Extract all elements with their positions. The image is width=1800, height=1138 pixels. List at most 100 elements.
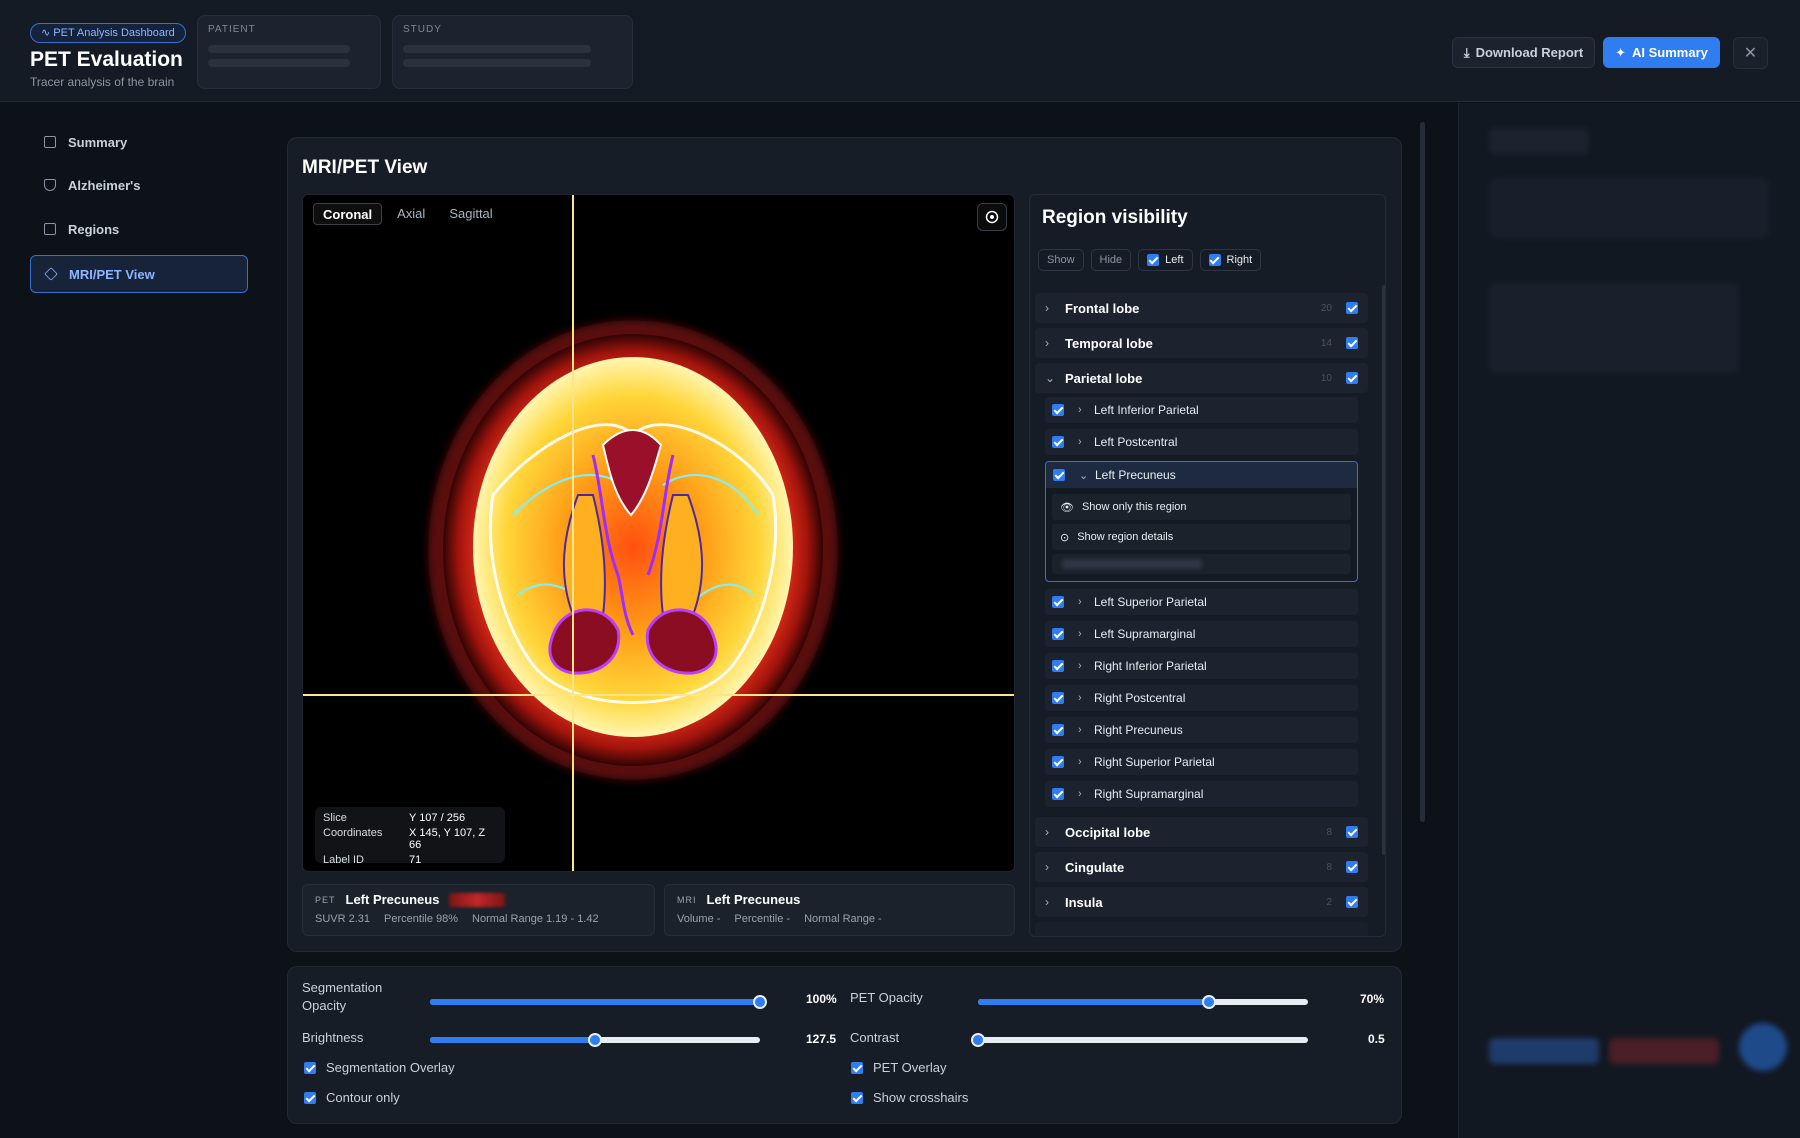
lobe-checkbox[interactable]	[1346, 337, 1358, 349]
cortex	[473, 357, 793, 737]
lobe-partial[interactable]	[1035, 922, 1368, 936]
patient-label: PATIENT	[208, 24, 256, 35]
sparkle-icon: ✦	[1615, 44, 1627, 60]
region-left-inferior-parietal[interactable]: › Left Inferior Parietal	[1045, 397, 1358, 423]
region-left-superior-parietal[interactable]: › Left Superior Parietal	[1045, 589, 1358, 615]
hide-all-button[interactable]: Hide	[1090, 249, 1132, 271]
region-checkbox[interactable]	[1052, 436, 1064, 448]
lobe-checkbox[interactable]	[1346, 896, 1358, 908]
ai-summary-button[interactable]: ✦ AI Summary	[1603, 37, 1720, 68]
region-checkbox[interactable]	[1052, 404, 1064, 416]
show-crosshairs-checkbox[interactable]: Show crosshairs	[851, 1090, 968, 1105]
region-checkbox[interactable]	[1052, 788, 1064, 800]
slider-handle[interactable]	[971, 1033, 985, 1047]
checkbox-icon	[851, 1091, 863, 1104]
region-name: Right Supramarginal	[1094, 787, 1204, 801]
region-right-postcentral[interactable]: › Right Postcentral	[1045, 685, 1358, 711]
lobe-checkbox[interactable]	[1346, 826, 1358, 838]
download-icon: ⤓	[1463, 44, 1470, 60]
blurred-content	[1489, 283, 1739, 373]
sidebar-item-mri-pet-view[interactable]: MRI/PET View	[30, 255, 248, 293]
region-checkbox[interactable]	[1052, 724, 1064, 736]
region-checkbox[interactable]	[1052, 660, 1064, 672]
pet-region-name: Left Precuneus	[345, 892, 440, 907]
chevron-right-icon: ›	[1045, 895, 1049, 909]
left-hemisphere-toggle[interactable]: Left	[1138, 249, 1193, 271]
region-right-precuneus[interactable]: › Right Precuneus	[1045, 717, 1358, 743]
lobe-temporal[interactable]: › Temporal lobe 14	[1035, 328, 1368, 358]
region-right-superior-parietal[interactable]: › Right Superior Parietal	[1045, 749, 1358, 775]
lobe-occipital[interactable]: › Occipital lobe 8	[1035, 817, 1368, 847]
pet-color-swatch	[449, 892, 506, 907]
study-label: STUDY	[403, 24, 442, 35]
right-hemisphere-toggle[interactable]: Right	[1199, 249, 1262, 271]
option-label: Show region details	[1077, 531, 1174, 543]
shield-icon	[44, 179, 56, 191]
slider-handle[interactable]	[1202, 995, 1216, 1009]
sidebar: Summary Alzheimer's Regions MRI/PET View	[0, 103, 262, 1138]
segmentation-overlay-checkbox[interactable]: Segmentation Overlay	[304, 1060, 455, 1075]
region-name: Right Superior Parietal	[1094, 755, 1215, 769]
lobe-count: 10	[1320, 372, 1332, 384]
tab-coronal[interactable]: Coronal	[313, 203, 383, 225]
tab-sagittal[interactable]: Sagittal	[440, 203, 501, 225]
show-only-region-option[interactable]: 👁 Show only this region	[1052, 494, 1351, 520]
slider-handle[interactable]	[753, 995, 767, 1009]
contour-only-checkbox[interactable]: Contour only	[304, 1090, 400, 1105]
show-region-details-option[interactable]: ⊙ Show region details	[1052, 524, 1351, 550]
region-checkbox[interactable]	[1052, 596, 1064, 608]
region-checkbox[interactable]	[1052, 692, 1064, 704]
seg-opacity-slider[interactable]	[430, 995, 767, 1009]
mri-region-name: Left Precuneus	[706, 892, 801, 907]
region-checkbox[interactable]	[1052, 628, 1064, 640]
image-viewer[interactable]: Coronal Axial Sagittal Slice Y 107 / 256 …	[302, 194, 1015, 872]
brightness-slider[interactable]	[430, 1033, 760, 1047]
region-right-supramarginal[interactable]: › Right Supramarginal	[1045, 781, 1358, 807]
pet-opacity-value: 70%	[1360, 992, 1385, 1006]
close-button[interactable]: ✕	[1733, 37, 1768, 69]
lobe-parietal[interactable]: ⌄ Parietal lobe 10	[1035, 363, 1368, 393]
region-checkbox[interactable]	[1053, 469, 1065, 481]
seg-opacity-value: 100%	[806, 992, 837, 1006]
slider-handle[interactable]	[588, 1033, 602, 1047]
lobe-frontal[interactable]: › Frontal lobe 20	[1035, 293, 1368, 323]
checkbox-icon	[1147, 254, 1160, 266]
pet-tag: PET	[315, 894, 336, 905]
label-id-value: 71	[409, 854, 422, 866]
checkbox-label: Segmentation Overlay	[326, 1060, 455, 1075]
slider-fill	[978, 999, 1209, 1005]
slice-label: Slice	[323, 812, 347, 824]
region-visibility-title: Region visibility	[1042, 207, 1188, 228]
show-all-button[interactable]: Show	[1038, 249, 1084, 271]
download-report-button[interactable]: ⤓ Download Report	[1452, 37, 1595, 68]
sidebar-item-alzheimers[interactable]: Alzheimer's	[30, 166, 248, 204]
lobe-checkbox[interactable]	[1346, 372, 1358, 384]
region-left-precuneus[interactable]: ⌄ Left Precuneus	[1046, 462, 1357, 488]
pet-overlay-checkbox[interactable]: PET Overlay	[851, 1060, 946, 1075]
main-scrollbar[interactable]	[1420, 122, 1425, 822]
study-card: STUDY	[392, 15, 633, 89]
sidebar-item-label: Regions	[68, 221, 120, 237]
slice-info: Slice Y 107 / 256 Coordinates X 145, Y 107…	[315, 807, 505, 866]
region-checkbox[interactable]	[1052, 756, 1064, 768]
lobe-cingulate[interactable]: › Cingulate 8	[1035, 852, 1368, 882]
sidebar-item-summary[interactable]: Summary	[30, 123, 248, 161]
lobe-checkbox[interactable]	[1346, 302, 1358, 314]
region-left-supramarginal[interactable]: › Left Supramarginal	[1045, 621, 1358, 647]
region-scrollbar[interactable]	[1382, 285, 1385, 855]
region-left-postcentral[interactable]: › Left Postcentral	[1045, 429, 1358, 455]
download-report-label: Download Report	[1475, 45, 1584, 60]
tab-axial[interactable]: Axial	[388, 203, 434, 225]
pet-opacity-slider[interactable]	[978, 995, 1308, 1009]
contrast-slider[interactable]	[971, 1033, 1308, 1047]
region-right-inferior-parietal[interactable]: › Right Inferior Parietal	[1045, 653, 1358, 679]
lobe-insula[interactable]: › Insula 2	[1035, 887, 1368, 917]
recenter-button[interactable]	[977, 203, 1007, 231]
blurred-option	[1052, 554, 1351, 574]
blurred-content	[1489, 128, 1589, 154]
sidebar-item-regions[interactable]: Regions	[30, 210, 248, 248]
sidebar-item-label: MRI/PET View	[69, 266, 155, 282]
chevron-right-icon: ›	[1078, 596, 1082, 608]
chevron-right-icon: ›	[1078, 692, 1082, 704]
lobe-checkbox[interactable]	[1346, 861, 1358, 873]
